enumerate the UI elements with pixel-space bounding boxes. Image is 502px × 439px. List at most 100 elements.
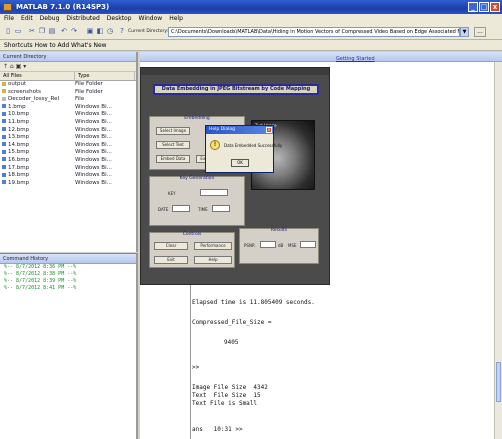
toolbar: ▯ ▭ ✂ ❐ ▤ ↶ ↷ ▣ ◧ ◷ ? Current Directory:… [0, 24, 502, 40]
figure-title-bar[interactable] [141, 68, 329, 75]
dialog-message: Data Embedded Successfully [224, 143, 283, 148]
command-history-title: Command History [0, 254, 136, 264]
current-dir-input[interactable]: C:\Documents\Downloads\MATLAB\Data\Hidin… [168, 27, 460, 37]
file-row[interactable]: 12.bmp Windows Bi... [0, 127, 136, 135]
date-field[interactable] [172, 205, 190, 212]
file-icon [2, 96, 6, 101]
key-field[interactable] [200, 189, 228, 196]
file-row[interactable]: 17.bmp Windows Bi... [0, 165, 136, 173]
image-file-icon [2, 172, 6, 177]
file-row[interactable]: 11.bmp Windows Bi... [0, 119, 136, 127]
gui-figure-window: Data Embedding in JPEG Bitstream by Code… [140, 67, 330, 285]
dialog-close-button[interactable]: x [266, 127, 272, 133]
command-window-header: Getting Started [140, 52, 502, 62]
image-file-icon [2, 165, 6, 170]
image-file-icon [2, 142, 6, 147]
file-list: output File Folder screenshots File Folder… [0, 81, 136, 187]
file-row[interactable]: 19.bmp Windows Bi... [0, 180, 136, 188]
file-row[interactable]: 15.bmp Windows Bi... [0, 149, 136, 157]
image-file-icon [2, 157, 6, 162]
panel-divider[interactable] [190, 280, 191, 439]
getting-started-link[interactable]: Getting Started [336, 54, 375, 64]
menu-edit[interactable]: Edit [21, 14, 33, 24]
shortcuts-bar[interactable]: Shortcuts How to Add What's New [0, 40, 502, 51]
file-row[interactable]: 18.bmp Windows Bi... [0, 172, 136, 180]
history-row[interactable]: %-- 8/7/2012 8:41 PM --% [0, 285, 136, 292]
elapsed-text: Elapsed time is 11.805409 seconds. [192, 299, 315, 306]
file-column-header: All Files Type [0, 72, 136, 81]
history-row[interactable]: %-- 8/7/2012 8:36 PM --% [0, 264, 136, 271]
menu-help[interactable]: Help [169, 14, 183, 24]
help-icon[interactable]: ? [118, 27, 126, 36]
menu-debug[interactable]: Debug [40, 14, 60, 24]
close-button[interactable]: x [490, 2, 500, 12]
key-label: KEY [168, 191, 176, 196]
simulink-icon[interactable]: ▣ [86, 27, 94, 36]
open-icon[interactable]: ▭ [14, 27, 22, 36]
copy-icon[interactable]: ❐ [38, 27, 46, 36]
folder-icon [2, 89, 6, 94]
psnr-field[interactable] [260, 241, 276, 248]
performance-button[interactable]: Performance [194, 242, 232, 250]
column-type[interactable]: Type [75, 72, 135, 80]
redo-icon[interactable]: ↷ [70, 27, 78, 36]
column-name[interactable]: All Files [0, 72, 75, 80]
history-row[interactable]: %-- 8/7/2012 8:38 PM --% [0, 271, 136, 278]
text-small-text: Text File is Small [192, 400, 258, 407]
image-file-icon [2, 180, 6, 185]
file-row[interactable]: 13.bmp Windows Bi... [0, 134, 136, 142]
history-row[interactable]: %-- 8/7/2012 8:39 PM --% [0, 278, 136, 285]
paste-icon[interactable]: ▤ [48, 27, 56, 36]
new-icon[interactable]: ▯ [4, 27, 12, 36]
menu-distributed[interactable]: Distributed [66, 14, 99, 24]
current-dir-label: Current Directory: [128, 29, 169, 34]
file-row[interactable]: 16.bmp Windows Bi... [0, 157, 136, 165]
embedding-panel-title: Embedding [184, 116, 210, 121]
command-history-panel: Command History %-- 8/7/2012 8:36 PM --%… [0, 253, 138, 439]
app-title: MATLAB 7.1.0 (R14SP3) [16, 3, 110, 11]
menu-desktop[interactable]: Desktop [107, 14, 132, 24]
file-row[interactable]: screenshots File Folder [0, 89, 136, 97]
image-file-icon [2, 119, 6, 124]
menu-file[interactable]: File [4, 14, 14, 24]
file-row[interactable]: 1.bmp Windows Bi... [0, 104, 136, 112]
vertical-scrollbar[interactable] [494, 62, 502, 439]
current-directory-tools[interactable]: ↑ ⌂ ▣ ▾ [0, 62, 136, 72]
exit-button[interactable]: Exit [154, 256, 188, 264]
menu-bar: File Edit Debug Distributed Desktop Wind… [0, 14, 502, 24]
select-text-button[interactable]: Select Text [156, 141, 190, 149]
help-dialog: Help Dialog x ! Data Embedded Successful… [205, 125, 282, 173]
current-dir-dropdown[interactable]: ▼ [460, 27, 469, 37]
embed-data-button[interactable]: Embed Data [156, 155, 190, 163]
profiler-icon[interactable]: ◷ [106, 27, 114, 36]
help-button[interactable]: Help [194, 256, 232, 264]
browse-button[interactable]: ... [474, 27, 486, 37]
undo-icon[interactable]: ↶ [60, 27, 68, 36]
maximize-button[interactable]: □ [479, 2, 489, 12]
time-field[interactable] [212, 205, 230, 212]
text-size-text: Text File Size 15 [192, 392, 261, 399]
compressed-value: 9405 [224, 339, 239, 346]
file-row[interactable]: Decoder_lossy_Rel File [0, 96, 136, 104]
cut-icon[interactable]: ✂ [28, 27, 36, 36]
mse-field[interactable] [300, 241, 316, 248]
file-row[interactable]: output File Folder [0, 81, 136, 89]
time-label: TIME [198, 207, 208, 212]
scrollbar-thumb[interactable] [496, 362, 501, 402]
image-file-icon [2, 111, 6, 116]
psnr-label: PSNR [244, 243, 255, 248]
psnr-unit: dB [278, 243, 284, 248]
clear-button[interactable]: Clear [154, 242, 188, 250]
image-file-icon [2, 104, 6, 109]
menu-window[interactable]: Window [139, 14, 163, 24]
file-row[interactable]: 14.bmp Windows Bi... [0, 142, 136, 150]
ok-button[interactable]: OK [231, 159, 249, 167]
file-row[interactable]: 10.bmp Windows Bi... [0, 111, 136, 119]
app-title-bar: MATLAB 7.1.0 (R14SP3) _ □ x [0, 0, 502, 14]
prompt-symbol: >> [192, 364, 200, 371]
minimize-button[interactable]: _ [468, 2, 478, 12]
guide-icon[interactable]: ◧ [96, 27, 104, 36]
image-size-text: Image File Size 4342 [192, 384, 268, 391]
select-image-button[interactable]: Select Image [156, 127, 190, 135]
command-prompt[interactable]: ans 10:31 >> [192, 426, 243, 433]
